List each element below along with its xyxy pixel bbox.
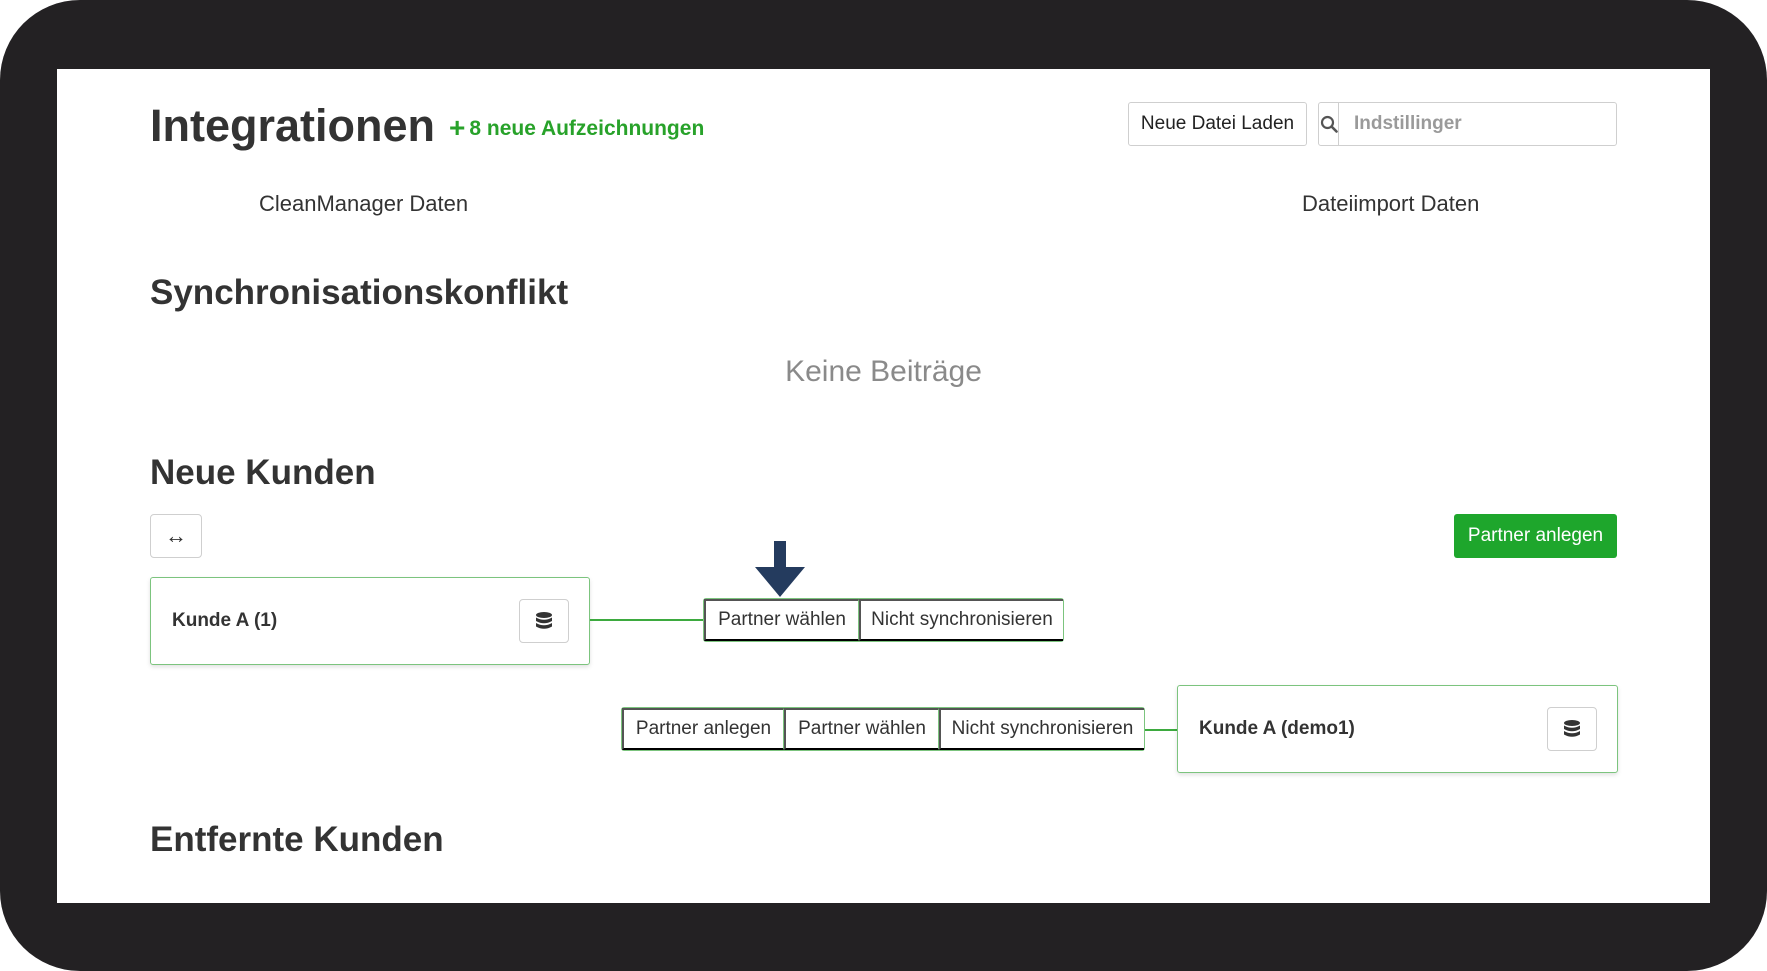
section-title-conflict: Synchronisationskonflikt (150, 273, 569, 312)
action-group-right: Partner anlegen Partner wählen Nicht syn… (621, 707, 1145, 751)
search-group (1318, 102, 1617, 146)
expand-button[interactable]: ↔ (150, 514, 202, 558)
empty-state-text: Keine Beiträge (785, 355, 982, 388)
customer-name: Kunde A (1) (172, 610, 278, 631)
new-records-badge: +8 neue Aufzeichnungen (449, 111, 704, 145)
customer-card-right: Kunde A (demo1) (1177, 685, 1618, 773)
page-title: Integrationen (150, 100, 436, 151)
choose-partner-button[interactable]: Partner wählen (704, 599, 859, 641)
create-partner-segment-button[interactable]: Partner anlegen (622, 708, 784, 750)
do-not-sync-segment-button[interactable]: Nicht synchronisieren (939, 708, 1144, 750)
section-title-removed-customers: Entfernte Kunden (150, 820, 444, 859)
database-button[interactable] (1547, 707, 1597, 751)
section-title-new-customers: Neue Kunden (150, 453, 376, 492)
database-icon (536, 612, 552, 629)
app-screen: Integrationen +8 neue Aufzeichnungen Neu… (57, 69, 1710, 903)
customer-name: Kunde A (demo1) (1199, 718, 1355, 739)
action-group-left: Partner wählen Nicht synchronisieren (703, 598, 1064, 642)
choose-partner-segment-button[interactable]: Partner wählen (784, 708, 939, 750)
do-not-sync-button[interactable]: Nicht synchronisieren (859, 599, 1063, 641)
connector-line (590, 619, 703, 621)
new-records-label: 8 neue Aufzeichnungen (469, 117, 705, 140)
plus-icon: + (449, 112, 466, 143)
column-label-cleanmanager: CleanManager Daten (259, 191, 469, 216)
create-partner-button[interactable]: Partner anlegen (1454, 514, 1617, 558)
device-frame: Integrationen +8 neue Aufzeichnungen Neu… (0, 0, 1767, 971)
search-icon[interactable] (1319, 103, 1339, 145)
search-input[interactable] (1339, 103, 1616, 145)
database-button[interactable] (519, 599, 569, 643)
connector-line (1145, 729, 1177, 731)
database-icon (1564, 720, 1580, 737)
load-file-button[interactable]: Neue Datei Laden (1128, 102, 1307, 146)
customer-card-left: Kunde A (1) (150, 577, 590, 665)
horizontal-arrows-icon: ↔ (165, 523, 187, 548)
arrow-down-icon (755, 541, 805, 597)
column-label-fileimport: Dateiimport Daten (1302, 191, 1480, 216)
